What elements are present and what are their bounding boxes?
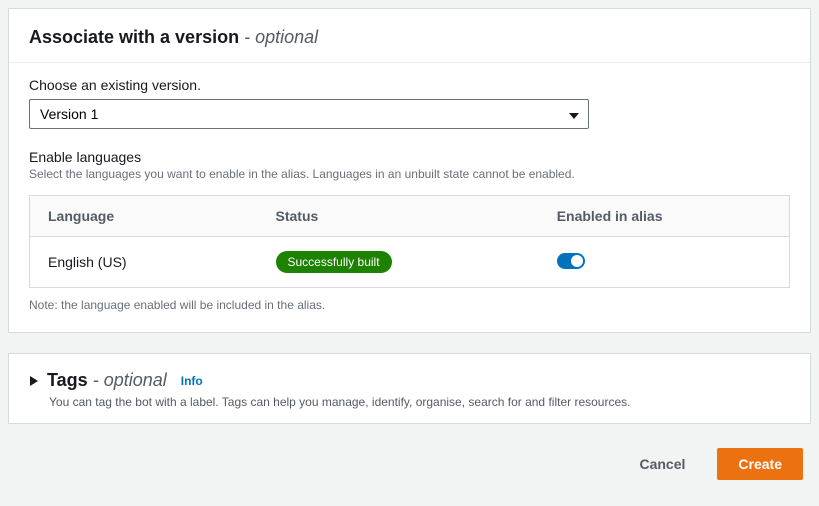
footer-actions: Cancel Create <box>8 444 811 488</box>
associate-optional: - optional <box>244 27 318 47</box>
choose-version-label: Choose an existing version. <box>29 77 790 93</box>
tags-panel: Tags - optional Info You can tag the bot… <box>8 353 811 424</box>
status-badge: Successfully built <box>276 251 392 273</box>
col-enabled: Enabled in alias <box>539 196 790 237</box>
alias-note: Note: the language enabled will be inclu… <box>29 298 790 312</box>
info-link[interactable]: Info <box>181 374 203 388</box>
associate-version-panel: Associate with a version - optional Choo… <box>8 8 811 333</box>
tags-header: Tags - optional Info You can tag the bot… <box>9 354 810 423</box>
languages-table: Language Status Enabled in alias English… <box>29 195 790 288</box>
table-row: English (US) Successfully built <box>30 237 790 288</box>
col-status: Status <box>258 196 539 237</box>
enable-languages-heading: Enable languages <box>29 149 790 165</box>
tags-title: Tags <box>47 370 88 390</box>
tags-description: You can tag the bot with a label. Tags c… <box>49 395 790 409</box>
associate-title: Associate with a version <box>29 27 239 47</box>
col-language: Language <box>30 196 258 237</box>
tags-optional: - optional <box>93 370 167 390</box>
enabled-toggle[interactable] <box>557 253 585 269</box>
cell-language: English (US) <box>30 237 258 288</box>
enable-languages-help: Select the languages you want to enable … <box>29 167 790 181</box>
caret-right-icon[interactable] <box>29 375 39 387</box>
associate-header: Associate with a version - optional <box>9 9 810 62</box>
cancel-button[interactable]: Cancel <box>619 448 705 480</box>
associate-body: Choose an existing version. Version 1 En… <box>9 62 810 332</box>
version-select[interactable]: Version 1 <box>29 99 589 129</box>
toggle-knob <box>571 255 583 267</box>
create-button[interactable]: Create <box>717 448 803 480</box>
version-select-value: Version 1 <box>40 106 98 122</box>
